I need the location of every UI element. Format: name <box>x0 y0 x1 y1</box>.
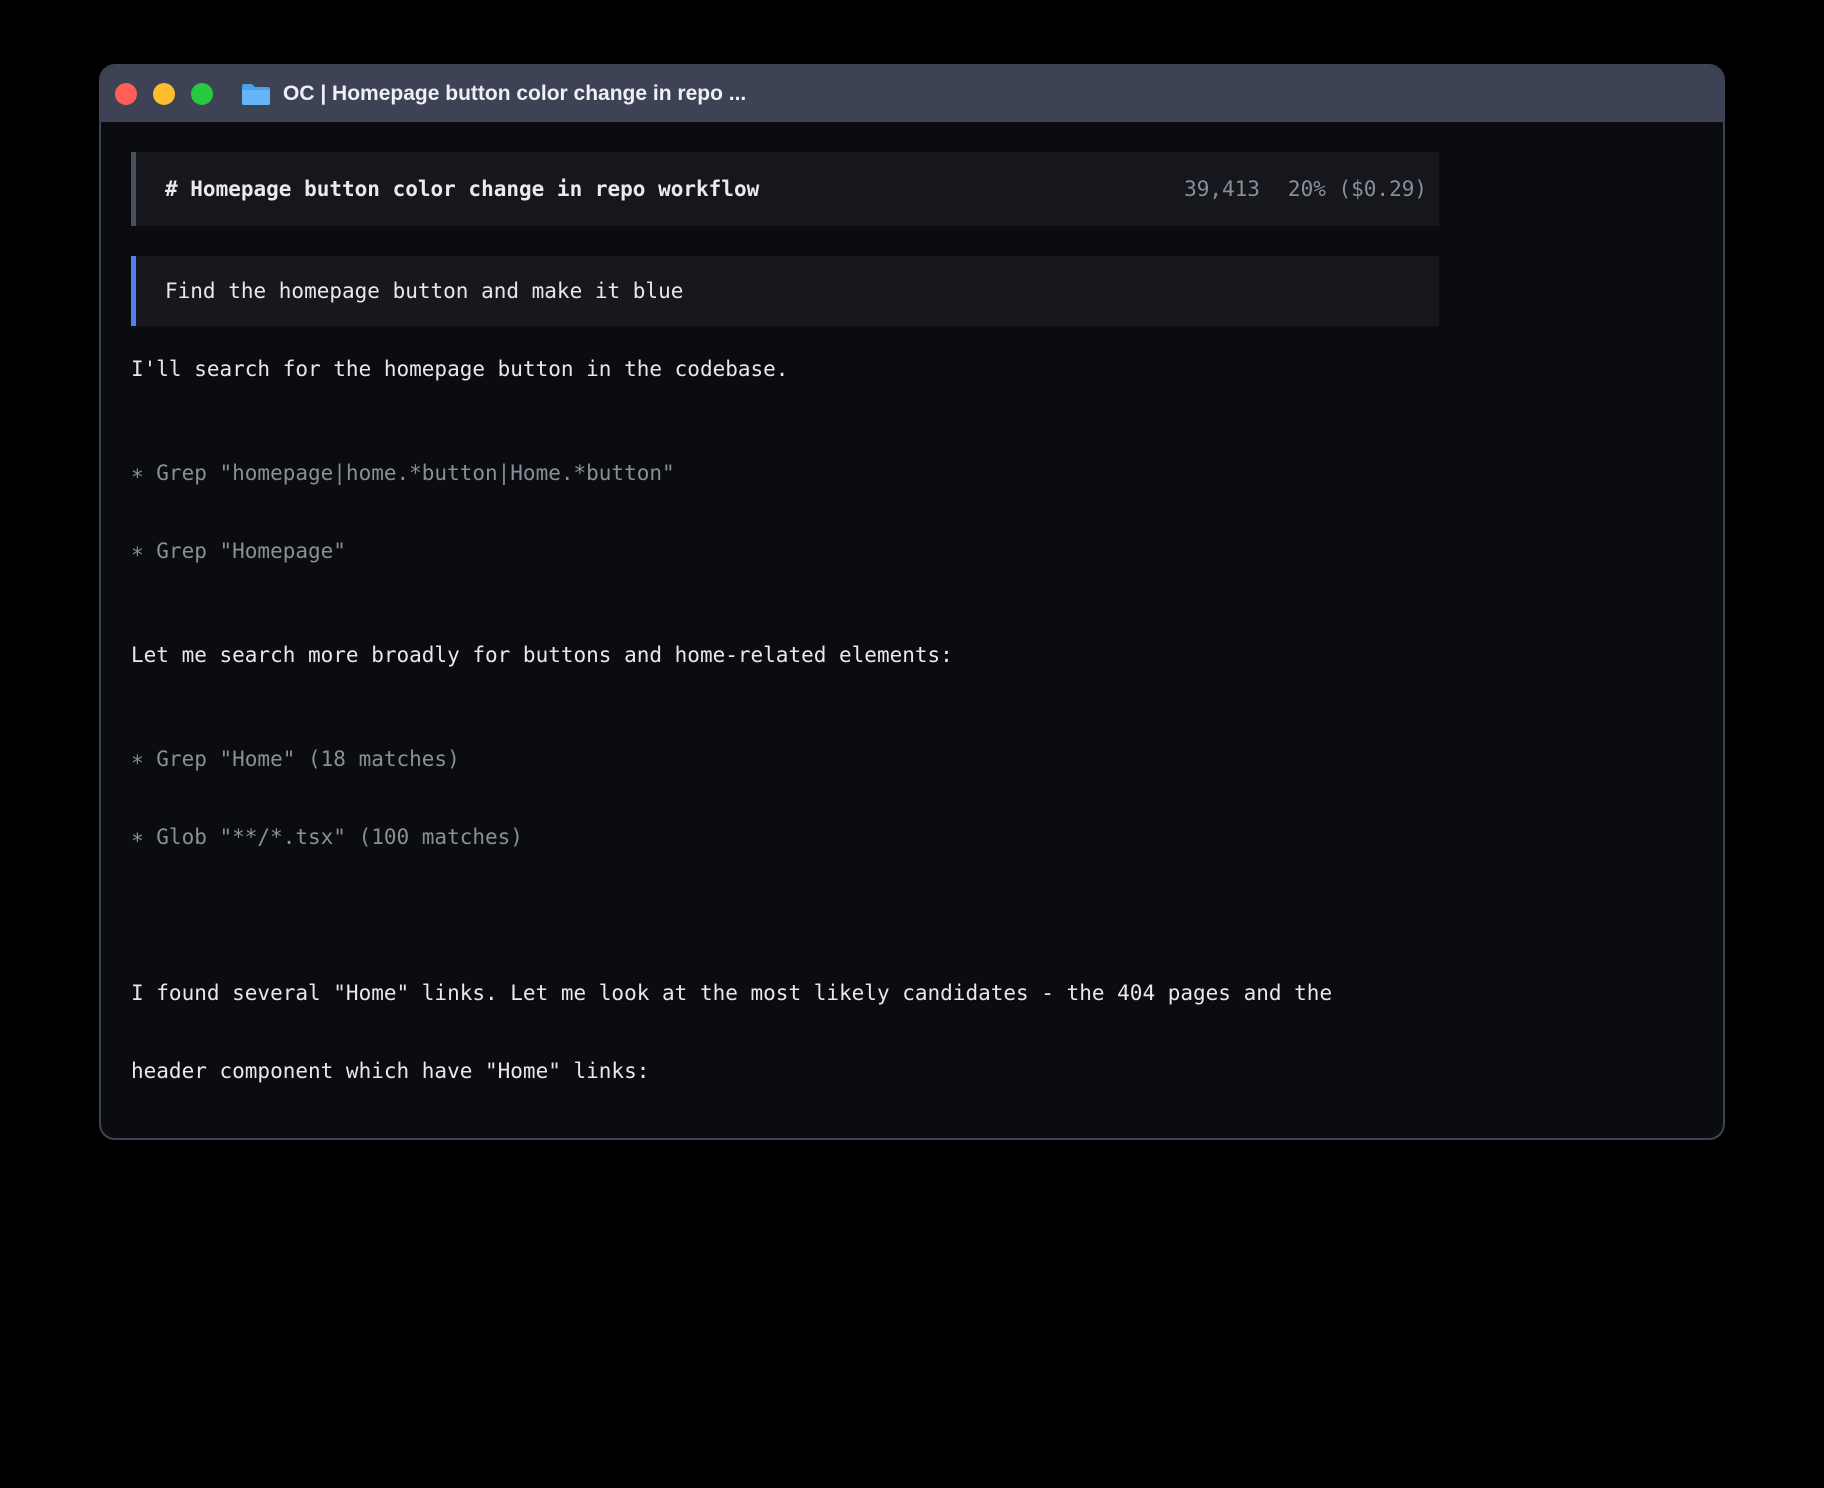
session-title: # Homepage button color change in repo w… <box>165 176 1184 202</box>
tool-call-line: ∗ Grep "Homepage" <box>131 538 1471 564</box>
folder-icon <box>241 82 271 106</box>
session-stats: 39,413 20% ($0.29) <box>1184 176 1427 202</box>
tool-call-group: ∗ Grep "Home" (18 matches) ∗ Glob "**/*.… <box>131 694 1471 902</box>
token-count: 39,413 <box>1184 177 1260 201</box>
user-message-text: Find the homepage button and make it blu… <box>165 278 683 304</box>
window-titlebar[interactable]: OC | Homepage button color change in rep… <box>101 66 1723 122</box>
tool-call-group: ∗ Grep "homepage|home.*button|Home.*butt… <box>131 408 1471 616</box>
close-button[interactable] <box>115 83 137 105</box>
traffic-lights <box>115 83 213 105</box>
terminal-content: # Homepage button color change in repo w… <box>101 122 1471 1140</box>
assistant-text: Let me search more broadly for buttons a… <box>131 642 1471 668</box>
assistant-text-line: header component which have "Home" links… <box>131 1058 1471 1084</box>
tool-call-line: ∗ Glob "**/*.tsx" (100 matches) <box>131 824 1471 850</box>
minimize-button[interactable] <box>153 83 175 105</box>
tool-call-line: ∗ Grep "Home" (18 matches) <box>131 746 1471 772</box>
context-cost: 20% ($0.29) <box>1288 177 1427 201</box>
assistant-text: I'll search for the homepage button in t… <box>131 356 1471 382</box>
zoom-button[interactable] <box>191 83 213 105</box>
user-message-block: Find the homepage button and make it blu… <box>131 256 1439 326</box>
tool-call-line: ∗ Grep "homepage|home.*button|Home.*butt… <box>131 460 1471 486</box>
terminal-window: OC | Homepage button color change in rep… <box>99 64 1725 1140</box>
assistant-text-line: I found several "Home" links. Let me loo… <box>131 980 1471 1006</box>
session-header: # Homepage button color change in repo w… <box>131 152 1439 226</box>
window-title: OC | Homepage button color change in rep… <box>283 82 746 106</box>
assistant-text: I found several "Home" links. Let me loo… <box>131 928 1471 1136</box>
